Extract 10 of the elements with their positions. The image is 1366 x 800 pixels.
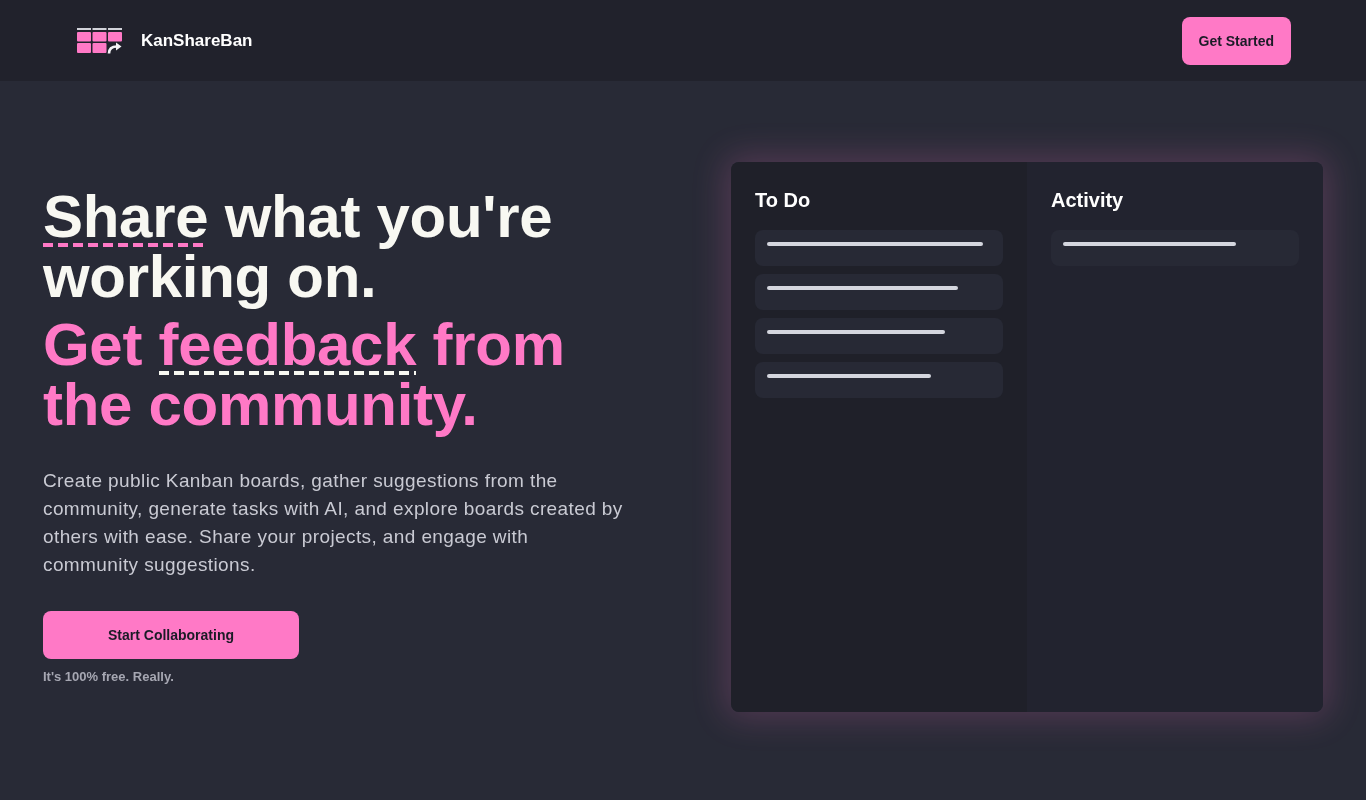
- description-text: Create public Kanban boards, gather suggestions from the community, generate tasks with AI, and explore boards created by others with ease. Share your projects, and engage with community suggestions.: [43, 469, 624, 577]
- headline: Share what you're working on.: [43, 187, 554, 307]
- column-title: To Do: [755, 188, 811, 213]
- get-started-button[interactable]: Get Started: [1181, 16, 1291, 65]
- logo-icon: [77, 27, 122, 54]
- brand-name: KanShareBan: [141, 30, 253, 51]
- column-title: Activity: [1051, 188, 1124, 213]
- free-note-text: It's 100% free. Really.: [43, 668, 174, 686]
- tagline: Get feedback from the community.: [43, 315, 566, 435]
- start-collaborating-button[interactable]: Start Collaborating: [43, 611, 299, 659]
